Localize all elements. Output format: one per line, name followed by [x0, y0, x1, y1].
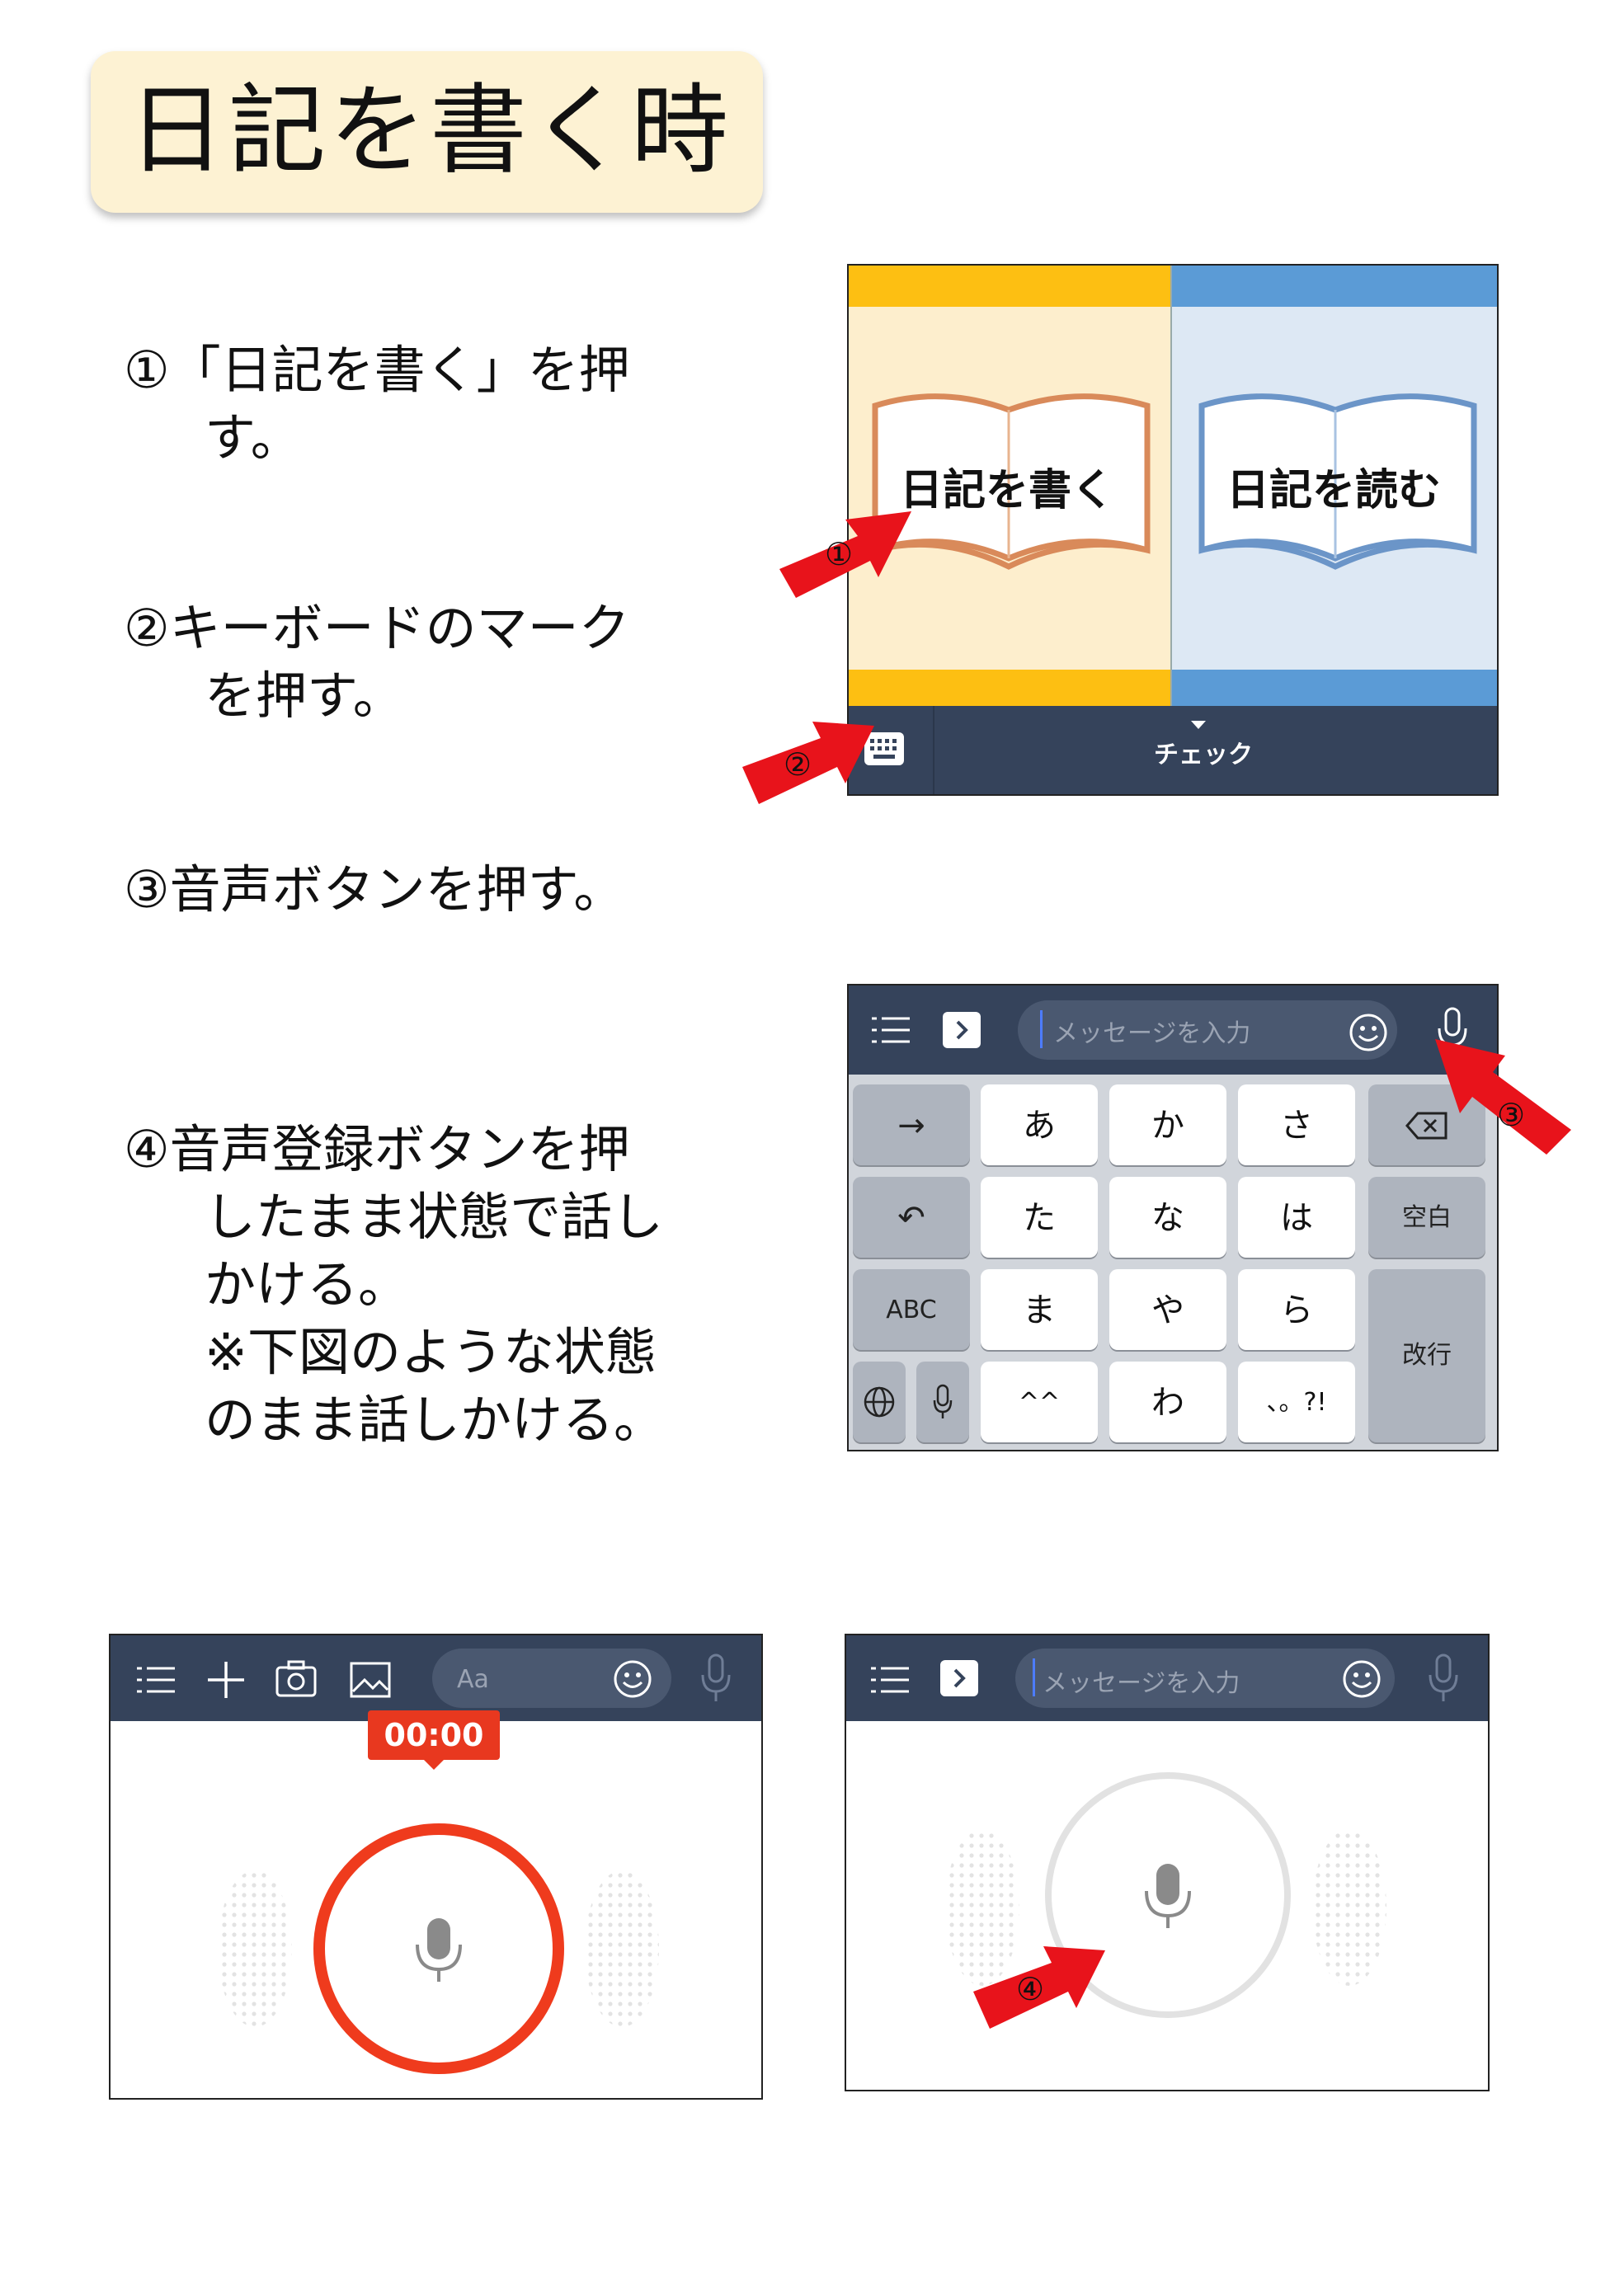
- bar-separator: [933, 706, 934, 794]
- timer-pointer: [424, 1760, 444, 1770]
- recording-timer: 00:00: [368, 1710, 500, 1760]
- voice-screenshot: メッセージを入力: [845, 1634, 1490, 2091]
- step-2-line-2: を押す。: [205, 666, 404, 726]
- marker-2: ②: [784, 746, 812, 783]
- step-3: ③音声ボタンを押す。: [124, 856, 624, 924]
- step-1-line-2: す。: [205, 407, 302, 468]
- camera-icon[interactable]: [275, 1660, 317, 1698]
- key-kaomoji[interactable]: ^^: [981, 1362, 1098, 1442]
- key-sa[interactable]: さ: [1238, 1084, 1355, 1165]
- key-undo[interactable]: ↶: [853, 1177, 970, 1258]
- red-arrow-1-icon: [779, 511, 911, 598]
- step-1-line-1: ①「日記を書く」を押: [124, 340, 630, 400]
- key-ha[interactable]: は: [1238, 1177, 1355, 1258]
- text-cursor: [1033, 1658, 1035, 1696]
- key-ma[interactable]: ま: [981, 1269, 1098, 1350]
- key-arrow[interactable]: →: [853, 1084, 970, 1165]
- step-4-line-1: ④音声登録ボタンを押: [124, 1119, 630, 1179]
- globe-icon: [864, 1386, 895, 1418]
- read-diary-label: 日記を読む: [1226, 466, 1442, 515]
- step-4-line-3: かける。: [205, 1254, 410, 1315]
- red-arrow-2-icon: [742, 722, 874, 804]
- menu-icon[interactable]: [872, 1015, 910, 1045]
- step-4-line-4: ※下図のような状態: [205, 1322, 657, 1382]
- image-icon[interactable]: [350, 1662, 391, 1698]
- step-1: ①「日記を書く」を押 す。: [124, 336, 630, 472]
- text-cursor: [1040, 1010, 1043, 1048]
- key-punctuation[interactable]: 、。?!: [1238, 1362, 1355, 1442]
- plus-icon[interactable]: [206, 1660, 246, 1700]
- key-a[interactable]: あ: [981, 1084, 1098, 1165]
- marker-3: ③: [1497, 1097, 1526, 1133]
- blue-band-bottom: [1172, 670, 1497, 706]
- message-placeholder: メッセージを入力: [1053, 1019, 1251, 1048]
- step-2: ②キーボードのマーク を押す。: [124, 595, 630, 730]
- key-ka[interactable]: か: [1109, 1084, 1226, 1165]
- check-label[interactable]: チェック: [1154, 734, 1253, 770]
- marker-4: ④: [1016, 1971, 1045, 2007]
- yellow-band-top: [849, 266, 1172, 307]
- step-4-line-2: したまま状態で話し: [205, 1187, 664, 1247]
- message-placeholder: メッセージを入力: [1043, 1669, 1240, 1698]
- key-ta[interactable]: た: [981, 1177, 1098, 1258]
- microphone-icon[interactable]: [1427, 1653, 1460, 1703]
- key-ya[interactable]: や: [1109, 1269, 1226, 1350]
- step-4-line-5: のまま話しかける。: [205, 1390, 666, 1450]
- expand-icon[interactable]: [943, 1012, 981, 1048]
- menu-icon[interactable]: [871, 1665, 909, 1695]
- key-dictation[interactable]: [916, 1362, 969, 1442]
- emoji-icon[interactable]: [1348, 1012, 1389, 1053]
- microphone-icon[interactable]: [699, 1653, 732, 1703]
- marker-1: ①: [825, 536, 854, 572]
- blue-band-top: [1172, 266, 1497, 307]
- emoji-icon[interactable]: [1341, 1658, 1382, 1700]
- keyboard-screenshot: メッセージを入力 → あ か さ ↶ た な は 空白 ABC ま や ら 改行: [847, 984, 1499, 1451]
- microphone-icon: [933, 1384, 953, 1418]
- panel-divider: [1170, 266, 1172, 706]
- menu-icon[interactable]: [137, 1665, 175, 1695]
- recording-screenshot: Aa 00:00: [109, 1634, 763, 2100]
- key-ra[interactable]: ら: [1238, 1269, 1355, 1350]
- write-diary-label: 日記を書く: [900, 466, 1115, 515]
- key-space[interactable]: 空白: [1368, 1177, 1485, 1258]
- key-abc[interactable]: ABC: [853, 1269, 970, 1350]
- expand-icon[interactable]: [940, 1660, 978, 1696]
- key-globe[interactable]: [853, 1362, 906, 1442]
- emoji-icon[interactable]: [612, 1658, 653, 1700]
- page-title: 日記を書く時: [128, 73, 732, 187]
- home-screenshot: 日記を書く 日記を読む チェック: [847, 264, 1499, 796]
- input-placeholder: Aa: [457, 1665, 489, 1694]
- step-2-line-1: ②キーボードのマーク: [124, 598, 630, 658]
- step-4: ④音声登録ボタンを押 したまま状態で話し かける。 ※下図のような状態 のまま話…: [124, 1116, 665, 1454]
- step-3-line-1: ③音声ボタンを押す。: [124, 859, 625, 920]
- key-wa[interactable]: わ: [1109, 1362, 1226, 1442]
- chevron-down-icon: [1191, 721, 1206, 729]
- yellow-band-bottom: [849, 670, 1172, 706]
- key-na[interactable]: な: [1109, 1177, 1226, 1258]
- key-enter[interactable]: 改行: [1368, 1269, 1485, 1442]
- record-button[interactable]: [209, 1821, 671, 2085]
